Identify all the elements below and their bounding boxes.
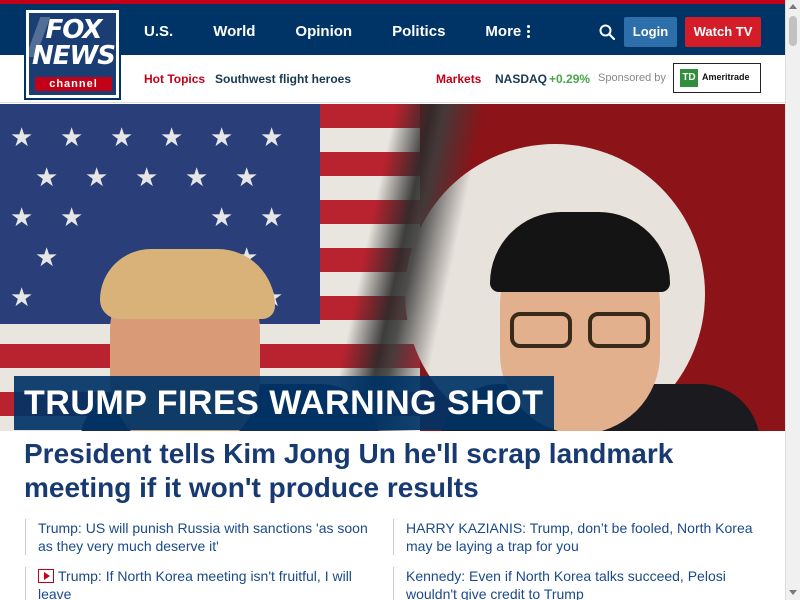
nav-item-label: U.S. xyxy=(144,23,174,40)
star-icon: ★ xyxy=(60,202,84,232)
logo-text-fox: FOX xyxy=(45,15,103,45)
login-button[interactable]: Login xyxy=(624,17,677,47)
main-nav: U.S. World Opinion Politics More xyxy=(144,4,570,59)
hot-topics-label: Hot Topics xyxy=(144,72,206,86)
nasdaq-label: NASDAQ xyxy=(495,72,548,86)
left-person-hair xyxy=(100,249,275,319)
nav-item-opinion[interactable]: Opinion xyxy=(295,23,352,40)
logo-background: FOX NEWS channel xyxy=(25,13,116,95)
star-icon: ★ xyxy=(35,242,59,272)
nav-item-label: More xyxy=(485,23,522,40)
star-icon: ★ xyxy=(210,202,234,232)
related-story-link[interactable]: Trump: If North Korea meeting isn't frui… xyxy=(25,567,375,600)
related-story-text: HARRY KAZIANIS: Trump, don’t be fooled, … xyxy=(406,520,753,554)
related-story-link[interactable]: HARRY KAZIANIS: Trump, don’t be fooled, … xyxy=(393,519,763,555)
nav-item-label: Politics xyxy=(392,23,446,40)
search-icon[interactable] xyxy=(599,24,615,40)
fox-news-logo[interactable]: FOX NEWS channel xyxy=(24,8,121,100)
nav-item-politics[interactable]: Politics xyxy=(392,23,445,40)
related-story-text: Trump: US will punish Russia with sancti… xyxy=(38,520,368,554)
star-icon: ★ xyxy=(135,162,159,192)
star-icon: ★ xyxy=(185,162,209,192)
glasses-graphic xyxy=(500,312,660,352)
hero-banner-text: TRUMP FIRES WARNING SHOT xyxy=(24,384,544,422)
star-icon: ★ xyxy=(210,122,234,152)
star-icon: ★ xyxy=(60,122,84,152)
star-icon: ★ xyxy=(260,122,284,152)
td-logo-text: Ameritrade xyxy=(702,72,750,82)
main-headline[interactable]: President tells Kim Jong Un he'll scrap … xyxy=(24,437,764,505)
star-icon: ★ xyxy=(85,162,109,192)
logo-text-news: NEWS xyxy=(32,41,116,71)
related-story-text: Kennedy: Even if North Korea talks succe… xyxy=(406,568,726,600)
hot-topic-link[interactable]: Southwest flight heroes xyxy=(215,72,351,86)
nav-item-us[interactable]: U.S. xyxy=(144,23,173,40)
star-icon: ★ xyxy=(35,162,59,192)
nav-item-label: Opinion xyxy=(295,23,353,40)
star-icon: ★ xyxy=(160,122,184,152)
video-play-icon xyxy=(38,569,54,583)
td-logo-mark: TD xyxy=(680,69,698,87)
related-story-text: Trump: If North Korea meeting isn't frui… xyxy=(38,568,352,600)
star-icon: ★ xyxy=(10,282,34,312)
nasdaq-change: +0.29% xyxy=(549,72,591,86)
nav-item-world[interactable]: World xyxy=(213,23,255,40)
markets-link[interactable]: Markets xyxy=(436,72,481,86)
star-icon: ★ xyxy=(110,122,134,152)
nav-item-label: World xyxy=(213,23,256,40)
nav-item-more[interactable]: More xyxy=(485,23,531,40)
page-scrollbar[interactable] xyxy=(785,0,800,600)
logo-text-channel: channel xyxy=(35,77,112,91)
scroll-up-arrow-icon[interactable] xyxy=(789,4,797,9)
star-icon: ★ xyxy=(235,162,259,192)
scroll-down-arrow-icon[interactable] xyxy=(789,590,797,595)
star-icon: ★ xyxy=(10,122,34,152)
more-dots-icon xyxy=(527,23,531,40)
related-story-link[interactable]: Trump: US will punish Russia with sancti… xyxy=(25,519,375,555)
scroll-thumb[interactable] xyxy=(789,16,797,46)
page: U.S. World Opinion Politics More Login W… xyxy=(0,0,800,600)
star-icon: ★ xyxy=(10,202,34,232)
star-icon: ★ xyxy=(260,202,284,232)
related-story-link[interactable]: Kennedy: Even if North Korea talks succe… xyxy=(393,567,763,600)
watch-tv-button[interactable]: Watch TV xyxy=(685,17,761,47)
hero-banner[interactable]: TRUMP FIRES WARNING SHOT xyxy=(14,376,554,430)
td-ameritrade-logo[interactable]: TD Ameritrade xyxy=(673,63,761,93)
sponsored-label: Sponsored by xyxy=(598,72,666,84)
